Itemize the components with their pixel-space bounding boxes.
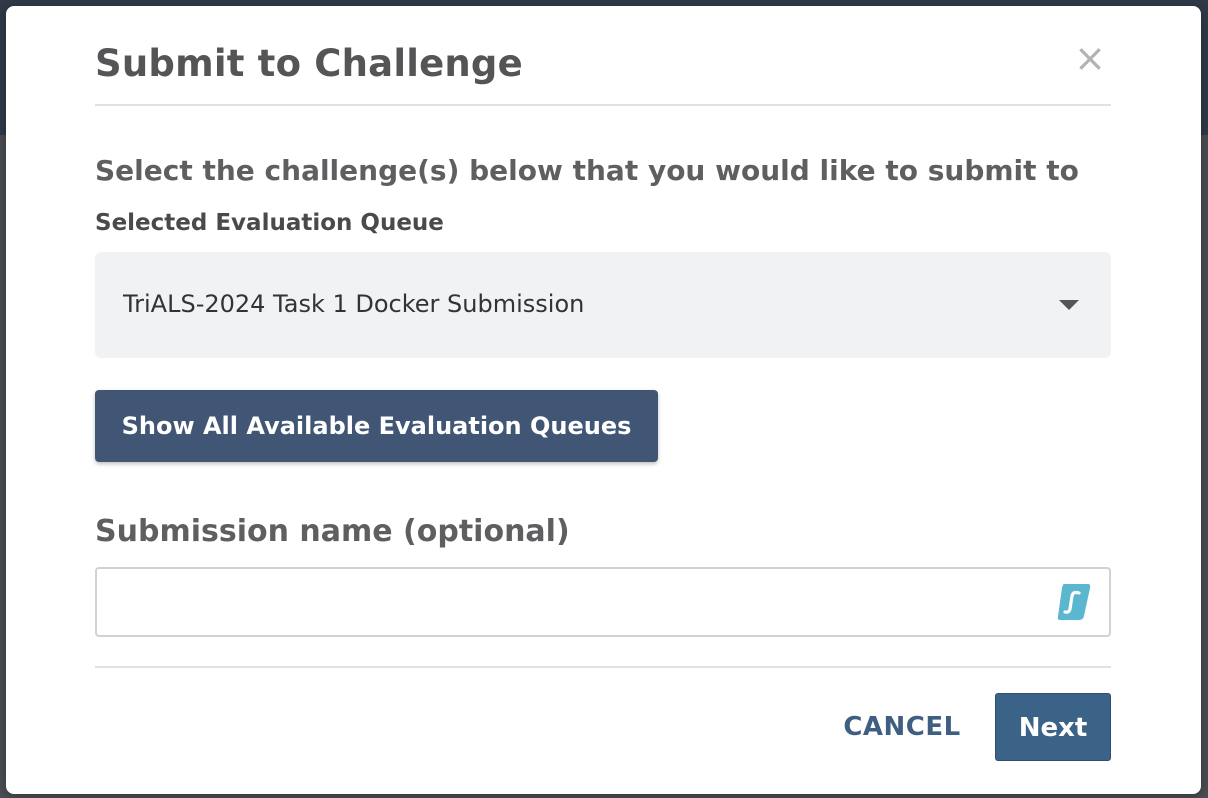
header-divider <box>95 104 1111 106</box>
surfshark-icon[interactable] <box>1056 582 1092 622</box>
show-all-queues-button[interactable]: Show All Available Evaluation Queues <box>95 390 658 462</box>
queue-label: Selected Evaluation Queue <box>95 210 444 236</box>
close-icon[interactable]: × <box>1072 39 1108 77</box>
submit-dialog: Submit to Challenge × Select the challen… <box>6 6 1201 794</box>
selected-queue-value: TriALS-2024 Task 1 Docker Submission <box>123 290 585 318</box>
submission-name-input[interactable] <box>95 567 1111 637</box>
chevron-down-icon <box>1059 300 1079 310</box>
cancel-button[interactable]: CANCEL <box>828 693 976 761</box>
dialog-title: Submit to Challenge <box>95 42 523 85</box>
instructions-text: Select the challenge(s) below that you w… <box>95 154 1079 187</box>
next-button[interactable]: Next <box>995 693 1111 761</box>
evaluation-queue-select[interactable]: TriALS-2024 Task 1 Docker Submission <box>95 252 1111 358</box>
footer-divider <box>95 666 1111 668</box>
submission-name-label: Submission name (optional) <box>95 514 570 549</box>
